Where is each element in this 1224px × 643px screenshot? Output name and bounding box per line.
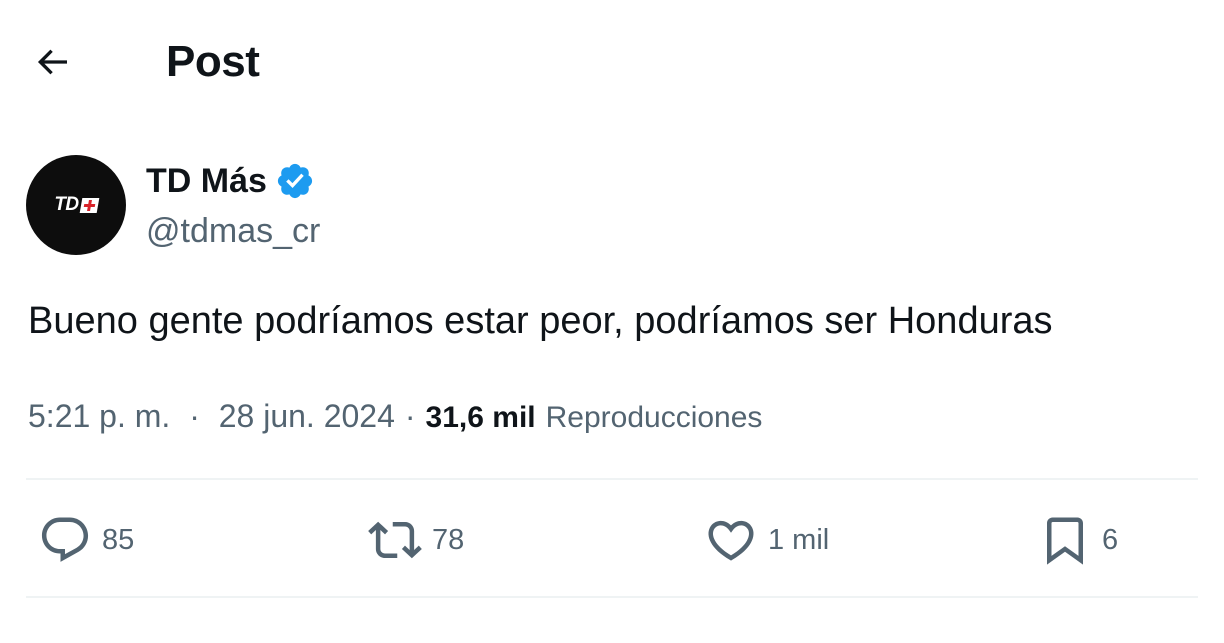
post-date: 28 jun. 2024 [218,398,395,434]
page-title: Post [166,37,260,86]
like-button[interactable]: 1 mil [704,512,829,568]
bookmark-count: 6 [1102,524,1119,556]
avatar-logo-text: TD [54,194,79,215]
bookmark-icon [1047,517,1083,565]
separator: · [189,398,200,434]
plus-icon [79,197,99,213]
divider [26,478,1198,480]
author-name-text: TD Más [146,162,267,200]
avatar[interactable]: TD [26,155,126,255]
author-name[interactable]: TD Más [146,160,315,202]
views-count: 31,6 mil [425,401,536,434]
bookmark-button[interactable]: 6 [1038,512,1118,568]
post-metadata: 5:21 p. m. · 28 jun. 2024 · 31,6 mil Rep… [28,396,762,438]
author-handle[interactable]: @tdmas_cr [146,210,320,252]
post-time: 5:21 p. m. [28,398,171,434]
like-count: 1 mil [768,524,830,556]
heart-icon [708,520,754,561]
repost-icon [368,521,422,559]
separator: · [404,398,416,434]
post-timestamp[interactable]: 5:21 p. m. · 28 jun. 2024 [28,396,395,436]
verified-badge-icon[interactable] [275,161,315,201]
avatar-logo: TD [54,194,99,216]
divider [26,596,1198,598]
arrow-left-icon [37,49,67,75]
reply-button[interactable]: 85 [38,512,134,568]
reply-icon [41,517,89,562]
repost-count: 78 [432,524,465,556]
post-text: Bueno gente podríamos estar peor, podría… [28,300,1053,342]
back-button[interactable] [28,38,76,86]
top-bar: Post [0,0,1224,120]
repost-button[interactable]: 78 [368,512,464,568]
views-label: Reproducciones [545,401,763,434]
reply-count: 85 [102,524,135,556]
